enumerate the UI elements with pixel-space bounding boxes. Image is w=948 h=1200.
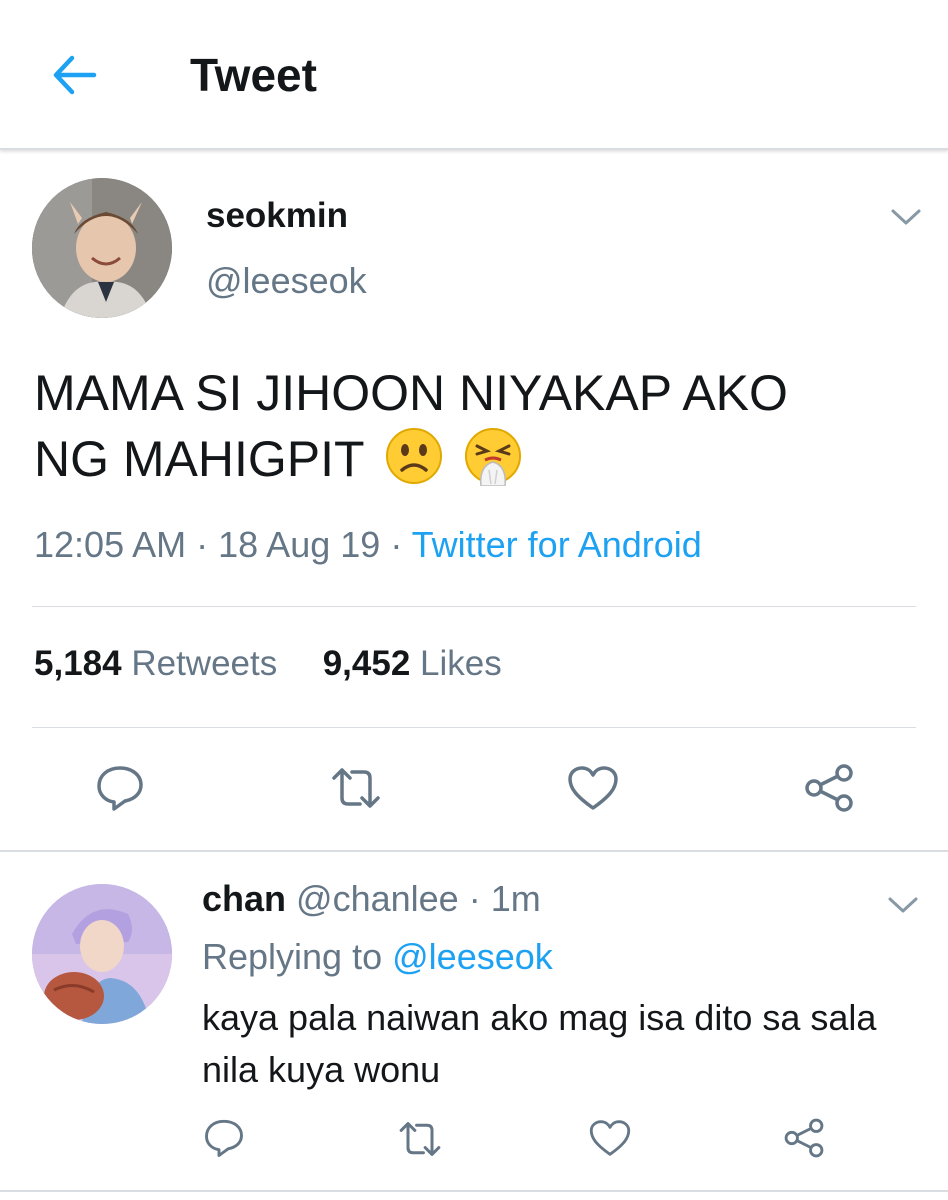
reply-like-button[interactable] [588,1118,632,1163]
reply-header: chan @chanlee · 1m [202,878,541,920]
reply-icon [205,1119,243,1157]
retweets-count: 5,184 [34,644,122,683]
share-button[interactable] [802,764,856,817]
tweet-text-line2: NG MAHIGPIT [34,431,364,487]
chevron-down-icon [891,209,921,225]
divider [0,1190,948,1192]
back-button[interactable] [50,54,98,96]
avatar-photo [32,178,172,318]
reply-dot: · [468,878,481,919]
heart-icon [589,1120,631,1156]
retweet-icon [332,768,380,808]
replying-to-prefix: Replying to [202,936,383,977]
reply-share-button[interactable] [782,1118,826,1163]
avatar-photo [32,884,172,1024]
like-button[interactable] [566,764,620,817]
retweets-stat[interactable]: 5,184 Retweets [34,644,287,683]
arrow-left-icon [53,55,97,95]
chevron-down-icon [888,897,918,913]
heart-icon [568,766,618,810]
likes-stat[interactable]: 9,452 Likes [323,644,502,683]
tweet-date: 18 Aug 19 [218,524,381,565]
meta-separator: · [196,524,219,565]
reply-display-name[interactable]: chan [202,878,286,919]
reply-age: 1m [490,878,541,919]
tweet-stats: 5,184 Retweets 9,452 Likes [34,644,502,684]
meta-separator: · [390,524,412,565]
tweet-text-line1: MAMA SI JIHOON NIYAKAP AKO [34,365,788,421]
reply-text: kaya pala naiwan ako mag isa dito sa sal… [202,997,877,1090]
divider [32,606,916,607]
author-avatar[interactable] [32,178,172,318]
tweet-time: 12:05 AM [34,524,187,565]
replying-to-mention[interactable]: @leeseok [392,936,553,977]
reply-retweet-button[interactable] [396,1120,444,1163]
retweets-label: Retweets [131,644,278,683]
tweet-options-button[interactable] [889,206,923,228]
author-handle[interactable]: @leeseok [206,260,367,302]
page-title: Tweet [190,49,317,101]
reply-reply-button[interactable] [202,1118,246,1163]
reply-author-avatar[interactable] [32,884,172,1024]
author-display-name[interactable]: seokmin [206,196,348,236]
section-separator [0,850,948,852]
divider [32,727,916,728]
likes-label: Likes [420,644,502,683]
replying-to: Replying to @leeseok [202,936,553,978]
frowning-face-emoji [384,426,444,502]
likes-count: 9,452 [322,644,411,683]
share-icon [784,1118,824,1158]
reply-options-button[interactable] [886,894,920,916]
tweet-meta: 12:05 AM · 18 Aug 19 · Twitter for Andro… [34,524,702,566]
share-icon [805,764,853,812]
reply-handle[interactable]: @chanlee [296,878,459,919]
retweet-button[interactable] [328,766,384,815]
top-app-bar: Tweet [0,0,948,150]
sneezing-face-emoji [463,426,523,502]
retweet-icon [399,1122,441,1156]
reply-icon [97,766,143,811]
tweet-text: MAMA SI JIHOON NIYAKAP AKO NG MAHIGPIT [34,360,924,502]
reply-button[interactable] [94,764,146,817]
tweet-source-link[interactable]: Twitter for Android [412,524,702,565]
